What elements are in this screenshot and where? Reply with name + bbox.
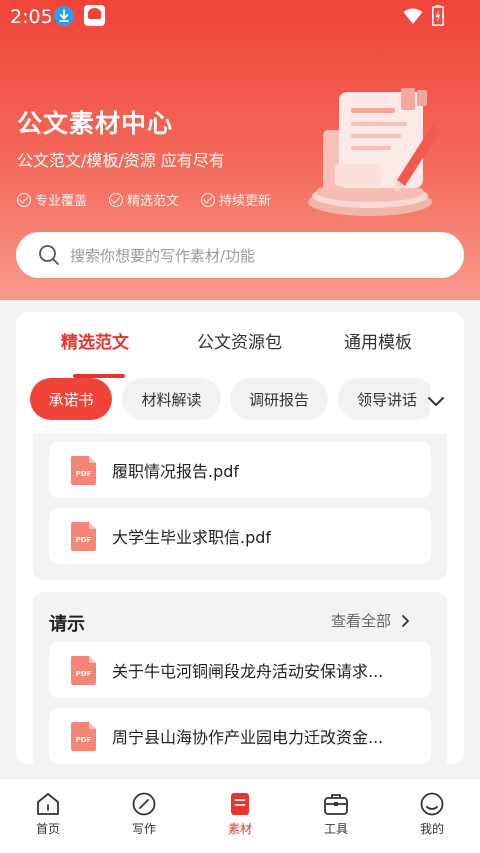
nav-label: 素材 [227,822,252,836]
feature-label: 持续更新 [219,194,272,209]
nav-label: 首页 [35,822,60,836]
user-icon [420,792,444,816]
svg-text:PDF: PDF [76,670,92,678]
app-notification-icon [84,5,105,26]
svg-text:PDF: PDF [76,536,92,544]
feature-item: 专业覆盖 [17,190,87,209]
nav-label: 工具 [323,822,348,836]
file-name: 大学生毕业求职信.pdf [112,528,272,547]
feature-label: 专业覆盖 [35,194,88,209]
pdf-icon: PDF [71,721,96,751]
nav-write[interactable]: 写作 [114,791,174,837]
feature-item: 精选范文 [109,190,179,209]
see-all-label: 查看全部 [331,612,392,630]
file-item[interactable]: PDF 关于牛屯河铜闸段龙舟活动安保请求... [49,642,431,698]
chip-leader-speech[interactable]: 领导讲话 [338,378,430,420]
file-name: 履职情况报告.pdf [112,462,240,481]
see-all-link[interactable]: 查看全部 [331,610,410,631]
nav-label: 我的 [419,822,444,836]
battery-icon [432,5,444,26]
search-icon [39,245,59,265]
pdf-icon: PDF [71,655,96,685]
request-section: 请示 查看全部 PDF 关于牛屯河铜闸段龙舟活动安保请求... PDF 周宁县山… [33,592,447,764]
tab-templates[interactable]: 通用模板 [344,328,412,353]
pdf-icon: PDF [71,455,96,485]
file-item[interactable]: PDF 履职情况报告.pdf [49,442,431,498]
chip-material-interpretation[interactable]: 材料解读 [122,378,221,420]
toolbox-icon [324,794,348,815]
category-tabs: 精选范文 公文资源包 通用模板 [16,328,464,378]
feature-list: 专业覆盖 精选范文 持续更新 [17,190,271,209]
home-icon [37,793,59,815]
section-title: 请示 [49,614,85,635]
search-bar[interactable]: 搜索你想要的写作素材/功能 [16,232,464,278]
tab-featured[interactable]: 精选范文 [61,328,129,353]
search-placeholder: 搜索你想要的写作素材/功能 [70,246,256,265]
file-name: 关于牛屯河铜闸段龙舟活动安保请求... [112,662,384,681]
svg-text:PDF: PDF [76,736,92,744]
status-bar: 2:05 [0,0,480,32]
check-circle-icon [201,192,216,207]
pdf-icon: PDF [71,521,96,551]
nav-label: 写作 [131,822,156,836]
check-circle-icon [109,192,124,207]
download-notification-icon [54,6,74,26]
chip-research-report[interactable]: 调研报告 [230,378,328,420]
chevron-right-icon [402,614,409,627]
file-name: 周宁县山海协作产业园电力迁改资金... [112,728,384,747]
feature-label: 精选范文 [127,194,180,209]
material-card: 精选范文 公文资源包 通用模板 承诺书 材料解读 调研报告 领导讲话 PDF 履… [16,312,464,764]
chevron-down-icon[interactable] [426,394,446,410]
document-icon [231,793,249,815]
feature-item: 持续更新 [201,190,271,209]
nav-profile[interactable]: 我的 [402,791,462,837]
chip-row: 承诺书 材料解读 调研报告 领导讲话 [30,378,430,422]
file-item[interactable]: PDF 周宁县山海协作产业园电力迁改资金... [49,708,431,764]
check-circle-icon [17,192,31,207]
hero-subtitle: 公文范文/模板/资源 应有尽有 [17,151,225,170]
pen-circle-icon [132,792,156,816]
hero-title: 公文素材中心 [17,109,174,138]
tab-resource-pack[interactable]: 公文资源包 [197,328,282,353]
featured-file-list: PDF 履职情况报告.pdf PDF 大学生毕业求职信.pdf [33,434,447,580]
nav-tools[interactable]: 工具 [306,791,366,837]
bottom-nav: 首页 写作 素材 工具 我的 [0,778,480,853]
nav-home[interactable]: 首页 [18,791,78,837]
documents-illustration [308,88,441,216]
status-time: 2:05 [10,6,53,28]
nav-material[interactable]: 素材 [210,791,270,837]
chip-commitment[interactable]: 承诺书 [30,378,112,420]
svg-text:PDF: PDF [76,470,92,478]
wifi-icon [403,8,423,24]
file-item[interactable]: PDF 大学生毕业求职信.pdf [49,508,431,564]
